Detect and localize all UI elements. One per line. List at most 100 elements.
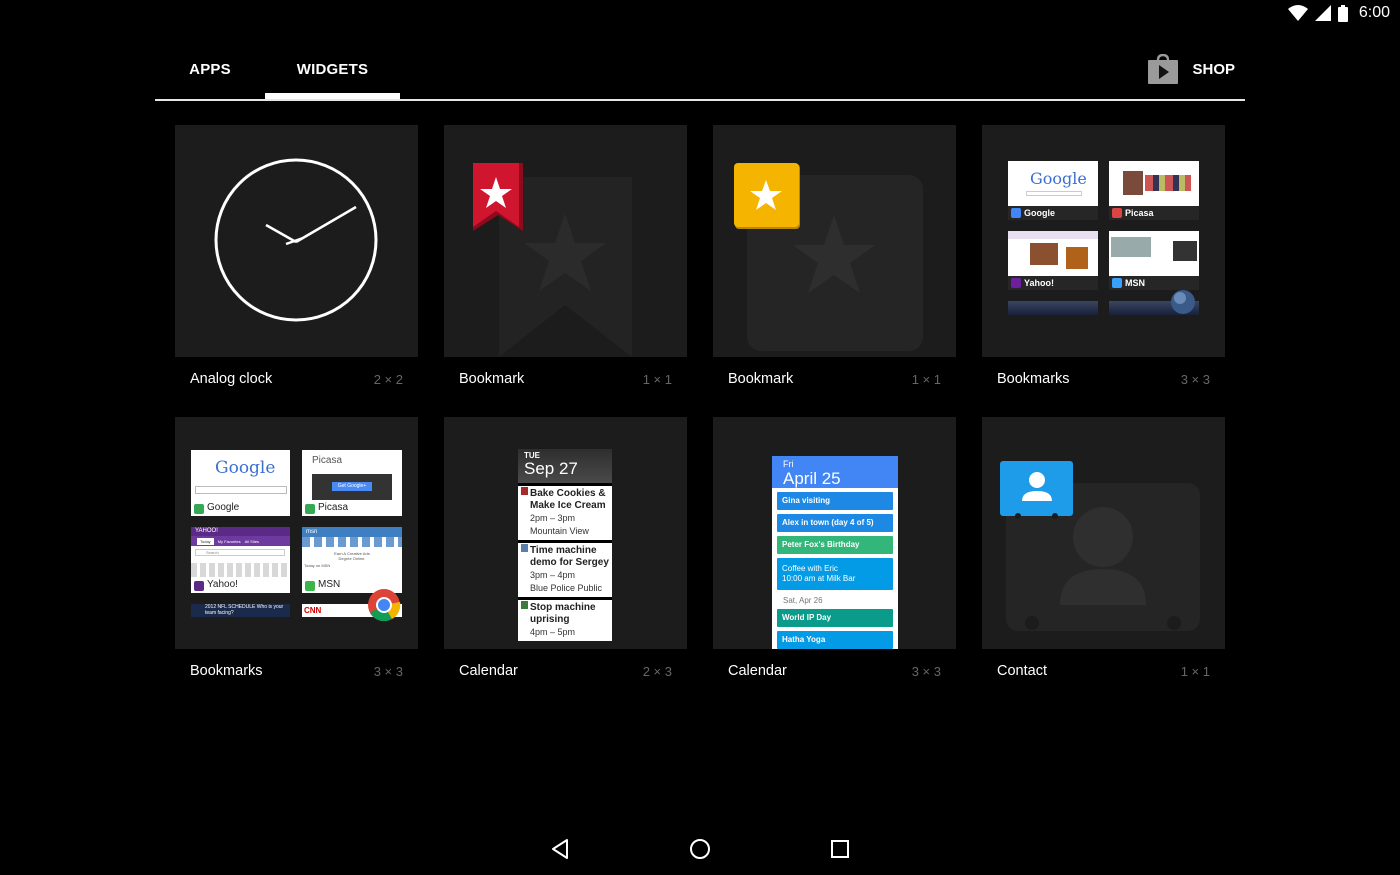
home-icon: [690, 839, 710, 859]
bookmark-thumb-google: Google Google: [1008, 161, 1098, 220]
back-button[interactable]: [540, 834, 580, 864]
widget-bookmarks-dark[interactable]: Google Google Picasa Yahoo! MSN Bookmark…: [982, 125, 1225, 415]
widget-bookmark-yellow[interactable]: Bookmark 1 × 1: [713, 125, 956, 415]
shop-button[interactable]: SHOP: [1147, 52, 1235, 86]
calendar-event: Coffee with Eric 10:00 am at Milk Bar: [777, 558, 893, 590]
battery-icon: [1337, 4, 1348, 22]
calendar-header: Fri April 25: [772, 456, 898, 488]
widget-name: Bookmark: [728, 371, 794, 387]
calendar-event: World IP Day: [777, 609, 893, 627]
event-title: Bake Cookies &: [530, 488, 606, 499]
yahoo-tab-label: Today: [197, 537, 214, 545]
event-subtitle: 10:00 am at Milk Bar: [782, 574, 856, 583]
widget-analog-clock[interactable]: Analog clock 2 × 2: [175, 125, 418, 415]
picasa-favicon-icon: [1112, 208, 1122, 218]
event-title: Gina visiting: [782, 496, 831, 505]
bookmark-thumb-picasa: Picasa: [1109, 161, 1199, 220]
calendar-event: Stop machine uprising 4pm – 5pm: [518, 597, 612, 641]
yellow-bookmark-star-icon: [734, 163, 800, 229]
widget-bookmark-red[interactable]: Bookmark 1 × 1: [444, 125, 687, 415]
calendar-agenda-blue: Fri April 25 Gina visiting Alex in town …: [772, 456, 898, 649]
widget-calendar-2x3[interactable]: TUE Sep 27 Bake Cookies & Make Ice Cream…: [444, 417, 687, 707]
event-title: Alex in town (day 4 of 5): [782, 518, 874, 527]
calendar-event: Hatha Yoga: [777, 631, 893, 649]
home-button[interactable]: [680, 834, 720, 864]
google-logo: Google: [215, 458, 276, 478]
navigation-bar: [0, 820, 1400, 875]
bookmark-thumb-yahoo: Yahoo!: [1008, 231, 1098, 290]
calendar-agenda-dark: TUE Sep 27 Bake Cookies & Make Ice Cream…: [518, 449, 612, 641]
widget-preview: Google Google Picasa Get Google+ Picasa …: [175, 417, 418, 649]
google-favicon-icon: [194, 504, 204, 514]
bookmark-thumb-label: Google: [207, 502, 240, 513]
event-title: uprising: [530, 614, 570, 625]
event-title: World IP Day: [782, 613, 832, 622]
event-title: Stop machine: [530, 602, 596, 613]
tab-bar: APPS WIDGETS SHOP: [155, 40, 1245, 101]
bookmark-thumb-label: Google: [1024, 208, 1055, 218]
msn-promo: Earn A Creative Arts Degree Online.: [334, 551, 370, 561]
get-google-plus-button: Get Google+: [332, 482, 372, 491]
widget-size: 3 × 3: [1180, 372, 1210, 387]
widget-name: Calendar: [728, 663, 787, 679]
calendar-event: Alex in town (day 4 of 5): [777, 514, 893, 532]
play-store-bag-icon: [1148, 54, 1179, 84]
tab-apps[interactable]: APPS: [155, 40, 265, 99]
event-time: 3pm – 4pm: [530, 570, 576, 580]
recents-button[interactable]: [820, 834, 860, 864]
event-title: Time machine: [530, 545, 597, 556]
event-time: 2pm – 3pm: [530, 513, 576, 523]
status-bar: 6:00: [0, 0, 1400, 28]
status-time: 6:00: [1358, 4, 1390, 21]
google-favicon-icon: [1011, 208, 1021, 218]
event-time: 4pm – 5pm: [530, 627, 576, 637]
calendar-event: Bake Cookies & Make Ice Cream 2pm – 3pm …: [518, 483, 612, 540]
widget-calendar-3x3[interactable]: Fri April 25 Gina visiting Alex in town …: [713, 417, 956, 707]
widget-bookmarks-light[interactable]: Google Google Picasa Get Google+ Picasa …: [175, 417, 418, 707]
event-color-bar: [521, 601, 528, 609]
back-icon: [552, 839, 568, 859]
yahoo-header: YAHOO!: [191, 527, 290, 536]
widget-preview: [175, 125, 418, 357]
calendar-date: Sep 27: [524, 459, 578, 478]
bookmark-thumb-google: Google Google: [191, 450, 290, 516]
widget-preview: Google Google Picasa Yahoo! MSN: [982, 125, 1225, 357]
bookmark-thumb-label: Picasa: [318, 502, 349, 513]
calendar-event: Gina visiting: [777, 492, 893, 510]
bookmark-thumb-label: Yahoo!: [1024, 278, 1055, 288]
contact-card-icon: [1000, 461, 1073, 519]
widget-preview: [713, 125, 956, 357]
event-title: Hatha Yoga: [782, 635, 826, 644]
bookmark-thumb-label: MSN: [1125, 278, 1145, 288]
event-title: Make Ice Cream: [530, 500, 606, 511]
yahoo-favicon-icon: [194, 581, 204, 591]
yahoo-favicon-icon: [1011, 278, 1021, 288]
yahoo-tab-label: All Sites: [244, 538, 260, 544]
calendar-header: TUE Sep 27: [518, 449, 612, 483]
bookmark-thumb-yahoo: YAHOO! Today My Favorites All Sites Sear…: [191, 527, 290, 593]
widget-size: 1 × 1: [642, 372, 672, 387]
widget-preview: [444, 125, 687, 357]
widget-name: Bookmarks: [997, 371, 1070, 387]
calendar-event: Peter Fox's Birthday: [777, 536, 893, 554]
tab-widgets-label: WIDGETS: [296, 61, 369, 78]
bookmark-ghost-icon: [499, 177, 632, 357]
widget-contact[interactable]: Contact 1 × 1: [982, 417, 1225, 707]
shop-label: SHOP: [1192, 60, 1235, 78]
calendar-next-day: Sat, Apr 26: [783, 596, 823, 605]
event-title: Peter Fox's Birthday: [782, 540, 860, 549]
yahoo-tab-strip: Today My Favorites All Sites: [191, 536, 290, 546]
event-color-bar: [521, 487, 528, 495]
widget-name: Calendar: [459, 663, 518, 679]
analog-clock-icon: [214, 158, 378, 322]
tab-apps-label: APPS: [189, 61, 231, 78]
bookmark-thumb-label: Picasa: [1125, 208, 1154, 218]
widget-name: Bookmarks: [190, 663, 263, 679]
bookmark-thumb-partial: [1008, 301, 1098, 315]
widget-preview: TUE Sep 27 Bake Cookies & Make Ice Cream…: [444, 417, 687, 649]
tab-widgets[interactable]: WIDGETS: [265, 40, 400, 99]
recents-icon: [831, 840, 849, 858]
bookmark-thumb-msn: MSN: [1109, 231, 1199, 290]
cell-signal-icon: [1314, 5, 1331, 21]
widget-name: Analog clock: [190, 371, 273, 387]
